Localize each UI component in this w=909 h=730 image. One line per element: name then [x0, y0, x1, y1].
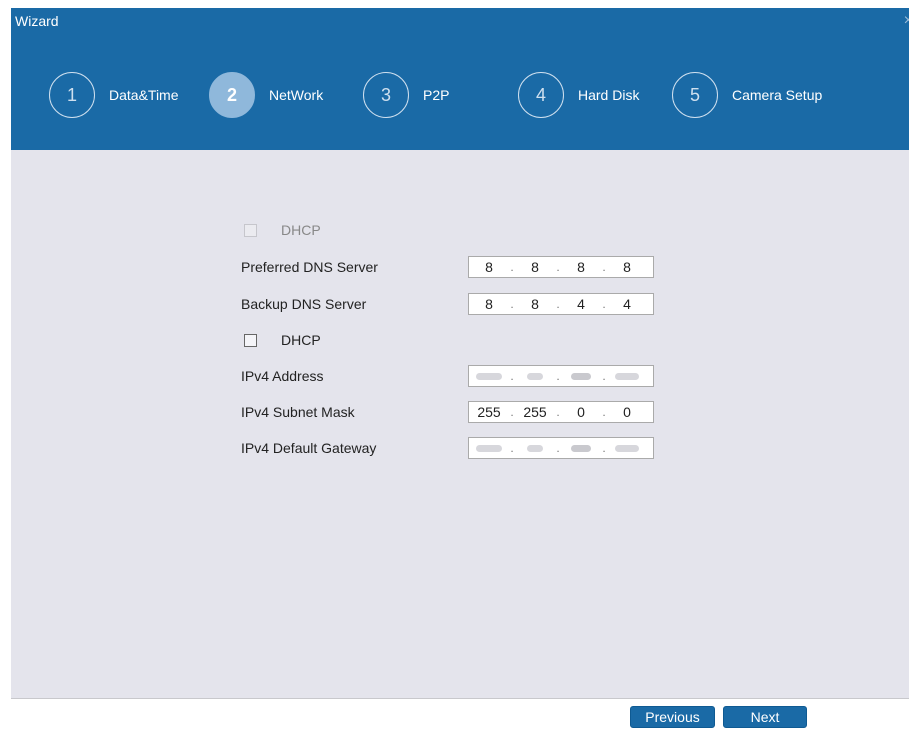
step-network[interactable]: 2 NetWork: [209, 72, 323, 118]
step-number-5: 5: [672, 72, 718, 118]
step-number-4: 4: [518, 72, 564, 118]
ip-octet[interactable]: [607, 444, 647, 452]
wizard-window: Wizard × 1 Data&Time 2 NetWork 3 P2P 4 H…: [11, 8, 909, 730]
ip-octet[interactable]: [469, 444, 509, 452]
step-number-2: 2: [209, 72, 255, 118]
ip-octet[interactable]: 0: [561, 404, 601, 420]
ip-octet[interactable]: 8: [469, 259, 509, 275]
dns-dhcp-label: DHCP: [281, 222, 321, 238]
ipv4-subnet-field[interactable]: 255. 255. 0. 0: [468, 401, 654, 423]
ipv4-gateway-field[interactable]: . . .: [468, 437, 654, 459]
backup-dns-label: Backup DNS Server: [241, 296, 367, 312]
close-icon[interactable]: ×: [904, 12, 909, 30]
ip-octet[interactable]: 8: [561, 259, 601, 275]
ip-octet[interactable]: [515, 444, 555, 452]
step-data-time[interactable]: 1 Data&Time: [49, 72, 179, 118]
ipv4-dhcp-checkbox[interactable]: [244, 334, 257, 347]
step-camera-setup[interactable]: 5 Camera Setup: [672, 72, 822, 118]
ip-octet[interactable]: 8: [515, 259, 555, 275]
dns-dhcp-checkbox[interactable]: [244, 224, 257, 237]
wizard-footer: Previous Next: [11, 698, 909, 730]
step-label-2: NetWork: [269, 87, 324, 103]
backup-dns-field[interactable]: 8. 8. 4. 4: [468, 293, 654, 315]
step-p2p[interactable]: 3 P2P: [363, 72, 449, 118]
step-number-3: 3: [363, 72, 409, 118]
step-label-3: P2P: [423, 87, 450, 103]
ipv4-address-field[interactable]: . . .: [468, 365, 654, 387]
ip-octet[interactable]: 255: [469, 404, 509, 420]
step-label-1: Data&Time: [109, 87, 179, 103]
ip-octet[interactable]: 8: [469, 296, 509, 312]
redacted-octet: [615, 372, 639, 380]
redacted-octet: [476, 444, 502, 452]
ipv4-dhcp-label: DHCP: [281, 332, 321, 348]
ip-octet[interactable]: 8: [515, 296, 555, 312]
redacted-octet: [571, 372, 591, 380]
ipv4-gateway-label: IPv4 Default Gateway: [241, 440, 377, 456]
ip-octet[interactable]: 255: [515, 404, 555, 420]
redacted-octet: [615, 444, 639, 452]
redacted-octet: [527, 444, 543, 452]
previous-button[interactable]: Previous: [630, 706, 715, 728]
step-number-1: 1: [49, 72, 95, 118]
redacted-octet: [527, 372, 543, 380]
ip-octet[interactable]: [561, 372, 601, 380]
step-label-5: Camera Setup: [732, 87, 823, 103]
ip-octet[interactable]: 8: [607, 259, 647, 275]
step-hard-disk[interactable]: 4 Hard Disk: [518, 72, 639, 118]
ip-octet[interactable]: 4: [561, 296, 601, 312]
wizard-header: Wizard × 1 Data&Time 2 NetWork 3 P2P 4 H…: [11, 8, 909, 150]
preferred-dns-field[interactable]: 8. 8. 8. 8: [468, 256, 654, 278]
ipv4-subnet-label: IPv4 Subnet Mask: [241, 404, 355, 420]
step-label-4: Hard Disk: [578, 87, 640, 103]
ip-octet[interactable]: 4: [607, 296, 647, 312]
ip-octet[interactable]: [561, 444, 601, 452]
ip-octet[interactable]: [469, 372, 509, 380]
window-title: Wizard: [15, 13, 59, 29]
preferred-dns-label: Preferred DNS Server: [241, 259, 378, 275]
ip-octet[interactable]: [515, 372, 555, 380]
redacted-octet: [476, 372, 502, 380]
next-button[interactable]: Next: [723, 706, 807, 728]
redacted-octet: [571, 444, 591, 452]
ipv4-address-label: IPv4 Address: [241, 368, 324, 384]
ip-octet[interactable]: [607, 372, 647, 380]
network-form: DHCP Preferred DNS Server 8. 8. 8. 8 Bac…: [11, 150, 909, 698]
ip-octet[interactable]: 0: [607, 404, 647, 420]
